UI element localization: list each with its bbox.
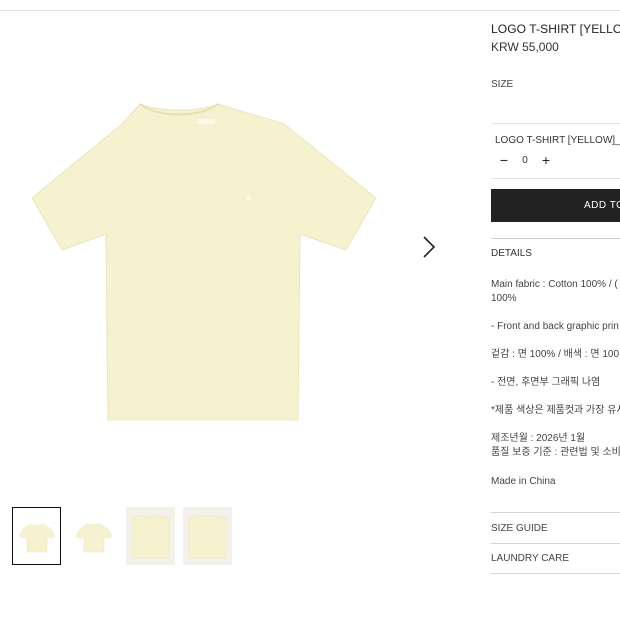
product-price: KRW 55,000 [491, 40, 559, 54]
qty-plus-button[interactable]: + [539, 152, 553, 168]
thumbnail-back[interactable] [69, 507, 118, 565]
details-line-graphic: - Front and back graphic prin [491, 321, 619, 332]
chevron-right-icon [423, 236, 436, 258]
thumbnail-front-folded[interactable] [126, 507, 175, 565]
details-line-warranty: 품질 보증 기준 : 관련법 및 소비 [491, 447, 620, 458]
add-to-cart-label: ADD TO [584, 200, 620, 211]
size-label: SIZE [491, 79, 514, 90]
size-guide-toggle[interactable]: SIZE GUIDE [491, 523, 548, 534]
top-divider [0, 10, 620, 11]
thumbnail-strip [12, 507, 232, 565]
thumbnail-back-folded[interactable] [183, 507, 232, 565]
size-guide-divider [491, 512, 620, 513]
add-to-cart-button[interactable]: ADD TO [491, 189, 620, 222]
product-main-image [28, 78, 388, 448]
thumbnail-front[interactable] [12, 507, 61, 565]
details-line-graphic-kr: - 전면, 후면부 그래픽 나염 [491, 377, 601, 388]
selected-option-name: LOGO T-SHIRT [YELLOW]_26 [495, 135, 620, 146]
option-divider-bottom [491, 178, 620, 179]
details-line-color-note: *제품 색상은 제품컷과 가장 유사 [491, 405, 620, 416]
details-line-origin: Made in China [491, 476, 556, 487]
qty-minus-button[interactable]: − [497, 152, 511, 168]
option-divider-top [491, 123, 620, 124]
quantity-stepper: − 0 + [497, 152, 553, 168]
details-line-fabric-cont: 100% [491, 293, 517, 304]
product-title: LOGO T-SHIRT [YELLOW] [491, 22, 620, 36]
details-line-fabric-kr: 겉감 : 면 100% / 배색 : 면 100 [491, 349, 620, 360]
laundry-care-divider [491, 543, 620, 544]
bottom-divider [491, 573, 620, 574]
details-line-fabric: Main fabric : Cotton 100% / ( [491, 279, 618, 290]
qty-value[interactable]: 0 [511, 155, 539, 166]
laundry-care-toggle[interactable]: LAUNDRY CARE [491, 553, 569, 564]
next-image-button[interactable] [419, 234, 439, 260]
details-heading[interactable]: DETAILS [491, 248, 532, 259]
details-divider [491, 238, 620, 239]
details-line-manufacture-date: 제조년월 : 2026년 1월 [491, 433, 586, 444]
